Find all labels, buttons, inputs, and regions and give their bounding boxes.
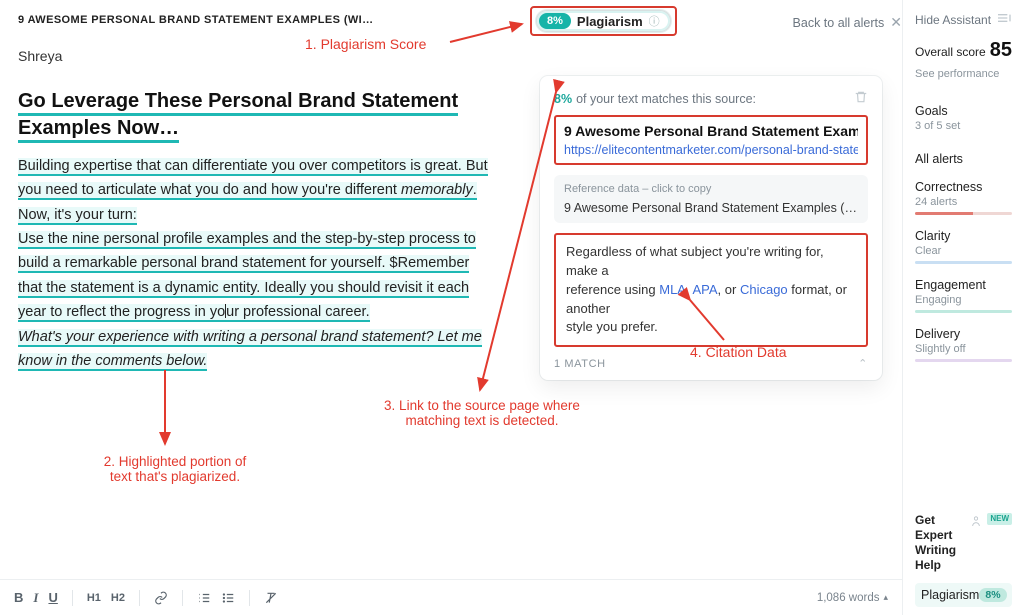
bullet-list-icon[interactable] xyxy=(221,591,235,605)
clarity-item[interactable]: Clarity Clear xyxy=(915,229,1012,264)
article-body: Go Leverage These Personal Brand Stateme… xyxy=(18,88,503,373)
h2-button[interactable]: H2 xyxy=(111,592,125,604)
see-performance-link[interactable]: See performance xyxy=(915,68,1012,80)
annotation-1: 1. Plagiarism Score xyxy=(305,36,426,52)
close-icon[interactable]: ✕ xyxy=(890,14,902,31)
source-title: 9 Awesome Personal Brand Statement Examp xyxy=(564,123,858,139)
italic-button[interactable]: I xyxy=(33,590,38,606)
source-url[interactable]: https://elitecontentmarketer.com/persona… xyxy=(564,143,858,157)
underline-button[interactable]: U xyxy=(48,590,57,605)
plagiarism-score-highlight: 8% Plagiarism ⓘ xyxy=(530,6,677,36)
reference-hint: Reference data – click to copy xyxy=(564,183,858,195)
all-alerts-link[interactable]: All alerts xyxy=(915,152,1012,166)
reference-citation-line: 9 Awesome Personal Brand Statement Examp… xyxy=(564,201,858,215)
expert-help-link[interactable]: Get ExpertWriting Help NEW xyxy=(915,513,1012,573)
h1-button[interactable]: H1 xyxy=(87,592,101,604)
clear-format-icon[interactable] xyxy=(264,591,278,605)
document-title: 9 AWESOME PERSONAL BRAND STATEMENT EXAMP… xyxy=(18,14,884,26)
back-to-alerts-link[interactable]: Back to all alerts ✕ xyxy=(793,14,902,31)
annotation-2: 2. Highlighted portion oftext that's pla… xyxy=(75,454,275,484)
engagement-item[interactable]: Engagement Engaging xyxy=(915,278,1012,313)
hide-assistant-link[interactable]: Hide Assistant xyxy=(915,13,991,27)
annotation-3: 3. Link to the source page wherematching… xyxy=(352,398,612,428)
new-badge: NEW xyxy=(987,513,1012,525)
trash-icon[interactable] xyxy=(854,90,868,107)
goals-item[interactable]: Goals 3 of 5 set xyxy=(915,104,1012,132)
plagiarism-pill[interactable]: 8% Plagiarism ⓘ xyxy=(536,10,671,32)
article-heading: Go Leverage These Personal Brand Stateme… xyxy=(18,88,503,142)
person-icon xyxy=(971,513,981,529)
assistant-sidebar: Hide Assistant Overall score 85 See perf… xyxy=(902,0,1024,615)
correctness-item[interactable]: Correctness 24 alerts xyxy=(915,180,1012,215)
mla-link[interactable]: MLA xyxy=(659,282,686,297)
editor-main: 9 AWESOME PERSONAL BRAND STATEMENT EXAMP… xyxy=(0,0,902,615)
bold-button[interactable]: B xyxy=(14,590,23,605)
formatting-toolbar: B I U H1 H2 1,086 words▴ xyxy=(0,579,902,615)
citation-help-box: Regardless of what subject you're writin… xyxy=(554,233,868,347)
overall-score[interactable]: Overall score 85 xyxy=(915,39,1012,62)
plagiarism-pill-label: Plagiarism xyxy=(577,14,643,29)
word-count[interactable]: 1,086 words▴ xyxy=(817,592,888,604)
match-summary: 8% of your text matches this source: xyxy=(554,90,868,107)
link-icon[interactable] xyxy=(154,591,168,605)
plagiarism-percent-badge: 8% xyxy=(539,13,571,29)
sign-off-name: Shreya xyxy=(18,48,884,64)
reference-data-block[interactable]: Reference data – click to copy 9 Awesome… xyxy=(554,175,868,223)
plagiarism-sidebar-row[interactable]: Plagiarism 8% xyxy=(915,583,1012,607)
alerts-header-right: Back to all alerts ✕ xyxy=(760,14,902,31)
chicago-link[interactable]: Chicago xyxy=(740,282,788,297)
plagiarism-percent-chip: 8% xyxy=(979,588,1006,602)
numbered-list-icon[interactable] xyxy=(197,591,211,605)
apa-link[interactable]: APA xyxy=(692,282,717,297)
plagiarism-source-card: 8% of your text matches this source: 9 A… xyxy=(540,76,882,380)
article-paragraphs: Building expertise that can differentiat… xyxy=(18,154,503,373)
info-icon[interactable]: ⓘ xyxy=(649,13,660,29)
collapse-icon[interactable] xyxy=(996,12,1012,27)
chevron-up-icon: ⌃ xyxy=(858,357,868,370)
delivery-item[interactable]: Delivery Slightly off xyxy=(915,327,1012,362)
annotation-4: 4. Citation Data xyxy=(690,344,787,360)
source-link-box[interactable]: 9 Awesome Personal Brand Statement Examp… xyxy=(554,115,868,165)
